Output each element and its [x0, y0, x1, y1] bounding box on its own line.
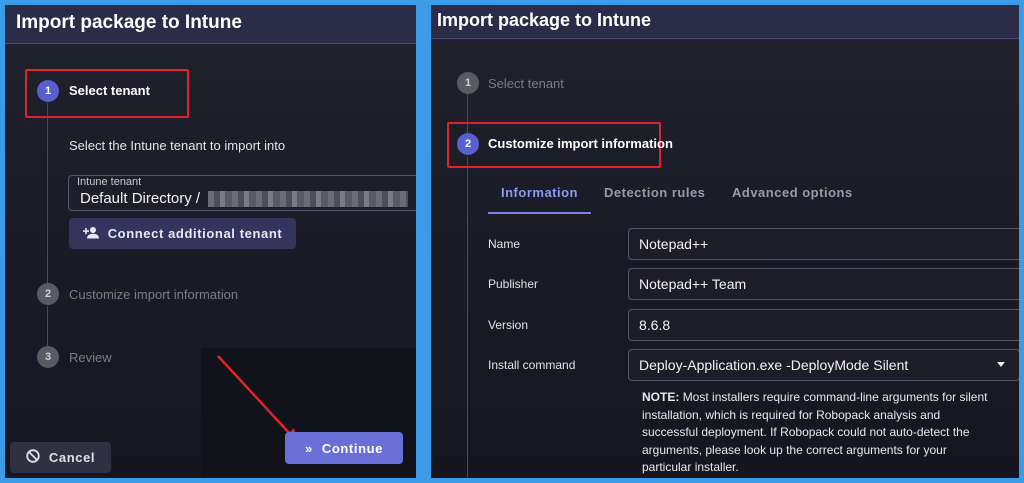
dialog-title: Import package to Intune — [431, 5, 1019, 39]
publisher-input[interactable]: Notepad++ Team — [628, 268, 1019, 300]
dropdown-arrow-icon — [997, 362, 1005, 367]
add-person-icon — [82, 226, 99, 242]
stepper-line — [47, 103, 48, 285]
redacted-tenant-id — [208, 191, 409, 208]
step-1-label: Select tenant — [488, 76, 564, 91]
tenant-field-value: Default Directory / — [80, 190, 201, 207]
continue-button[interactable]: » Continue — [285, 432, 403, 464]
step-2-indicator: 2 — [37, 283, 59, 305]
step-3-label: Review — [69, 350, 112, 365]
name-label: Name — [488, 237, 521, 251]
step-1-label: Select tenant — [69, 83, 150, 98]
install-command-select[interactable]: Deploy-Application.exe -DeployMode Silen… — [628, 349, 1019, 381]
version-input[interactable]: 8.6.8 — [628, 309, 1019, 341]
continue-button-label: Continue — [321, 440, 383, 456]
tab-advanced-options[interactable]: Advanced options — [732, 185, 853, 200]
publisher-label: Publisher — [488, 277, 539, 291]
step-2-indicator: 2 — [457, 133, 479, 155]
install-command-value: Deploy-Application.exe -DeployMode Silen… — [639, 357, 909, 373]
cancel-button[interactable]: Cancel — [10, 442, 111, 473]
tab-detection-rules[interactable]: Detection rules — [604, 185, 705, 200]
stepper-line — [47, 306, 48, 350]
step-2-label: Customize import information — [488, 136, 673, 151]
step-instruction: Select the Intune tenant to import into — [69, 138, 286, 153]
note-text: Most installers require command-line arg… — [642, 390, 988, 474]
import-dialog-left: Import package to Intune 1 Select tenant… — [5, 5, 416, 478]
cancel-circle-icon — [26, 449, 40, 466]
tenant-field-label: Intune tenant — [77, 176, 142, 188]
tenant-select[interactable]: Intune tenant Default Directory / — [68, 175, 416, 211]
cancel-button-label: Cancel — [48, 450, 96, 465]
connect-additional-tenant-button[interactable]: Connect additional tenant — [69, 218, 296, 249]
double-chevron-right-icon: » — [305, 440, 313, 456]
stepper-line — [467, 157, 468, 478]
name-input[interactable]: Notepad++ — [628, 228, 1019, 260]
version-label: Version — [488, 318, 529, 332]
connect-button-label: Connect additional tenant — [107, 226, 283, 241]
active-tab-indicator — [488, 212, 591, 214]
step-1-indicator: 1 — [37, 80, 59, 102]
import-dialog-right: Import package to Intune 1 Select tenant… — [431, 5, 1019, 478]
install-command-note: NOTE: Most installers require command-li… — [642, 389, 992, 477]
tab-information[interactable]: Information — [501, 185, 578, 200]
dialog-title: Import package to Intune — [5, 5, 416, 44]
step-2-label: Customize import information — [69, 287, 239, 302]
install-command-label: Install command — [488, 358, 576, 372]
step-3-indicator: 3 — [37, 346, 59, 368]
step-1-indicator: 1 — [457, 72, 479, 94]
note-prefix: NOTE: — [642, 390, 680, 404]
